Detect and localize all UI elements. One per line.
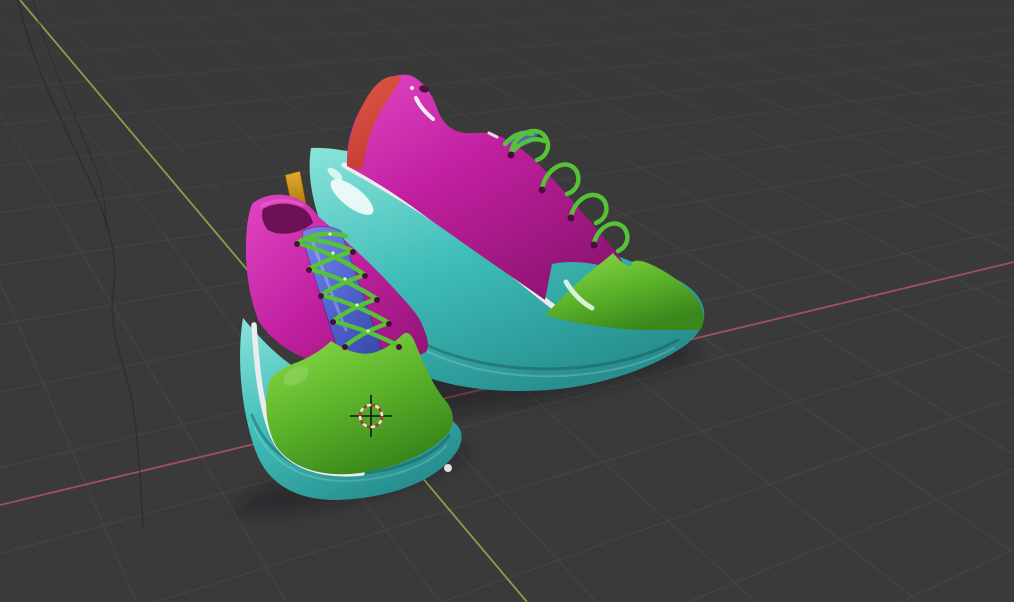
sneaker-front-sole-specular	[444, 464, 452, 472]
sneaker-back-heel-highlight-2	[410, 86, 414, 90]
viewport-canvas[interactable]	[0, 0, 1014, 602]
viewport-3d[interactable]	[0, 0, 1014, 602]
